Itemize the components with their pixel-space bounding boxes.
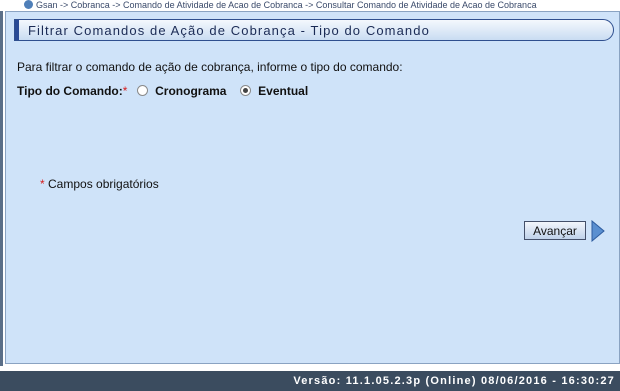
page-title: Filtrar Comandos de Ação de Cobrança - T… [28,23,430,38]
header-accent [15,20,19,40]
tipo-comando-row: Tipo do Comando:* Cronograma Eventual [17,83,308,99]
instruction-text: Para filtrar o comando de ação de cobran… [17,60,403,74]
required-asterisk: * [122,83,128,98]
main-panel: Filtrar Comandos de Ação de Cobrança - T… [5,11,620,364]
breadcrumb: Gsan -> Cobranca -> Comando de Atividade… [0,0,620,11]
radio-cronograma[interactable] [136,85,148,97]
section-header: Filtrar Comandos de Ação de Cobrança - T… [14,19,614,41]
tipo-comando-label: Tipo do Comando: [17,83,123,98]
radio-cronograma-label[interactable]: Cronograma [155,84,226,98]
version-footer: Versão: 11.1.05.2.3p (Online) 08/06/2016… [0,371,620,391]
radio-eventual-label[interactable]: Eventual [258,84,308,98]
required-fields-note: * Campos obrigatórios [40,177,159,191]
left-border [0,11,3,366]
required-note-text: Campos obrigatórios [48,177,159,191]
gsan-globe-icon [24,0,33,9]
radio-eventual[interactable] [239,85,251,97]
breadcrumb-text: Gsan -> Cobranca -> Comando de Atividade… [36,0,537,10]
arrow-right-icon[interactable] [591,220,605,242]
advance-button[interactable]: Avançar [524,221,586,240]
required-note-asterisk: * [40,177,45,191]
